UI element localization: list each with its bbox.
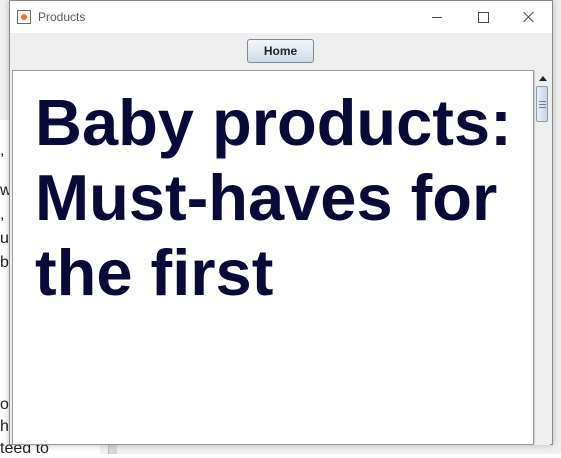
title-bar[interactable]: Products — [10, 1, 552, 33]
vertical-scrollbar[interactable] — [534, 70, 550, 445]
products-window: Products Home Baby products: Must-haves … — [9, 0, 553, 445]
maximize-icon — [477, 11, 489, 23]
minimize-button[interactable] — [414, 1, 460, 33]
article-headline: Baby products: Must-haves for the first — [35, 86, 512, 309]
background-text-fragment: , — [0, 142, 5, 159]
scroll-up-arrow-icon[interactable] — [535, 70, 550, 86]
toolbar: Home — [10, 33, 552, 69]
java-cup-icon — [17, 10, 31, 24]
home-button[interactable]: Home — [247, 39, 314, 63]
window-title: Products — [38, 10, 86, 24]
close-button[interactable] — [506, 1, 552, 33]
scroll-thumb[interactable] — [536, 86, 548, 122]
close-icon — [523, 11, 535, 23]
grip-line — [539, 101, 546, 102]
maximize-button[interactable] — [460, 1, 506, 33]
background-text-fragment: h — [0, 418, 9, 435]
grip-line — [539, 104, 546, 105]
content-pane[interactable]: Baby products: Must-haves for the first — [12, 70, 534, 445]
minimize-icon — [432, 16, 442, 18]
background-text-fragment: b — [0, 254, 9, 271]
background-text-fragment: o — [0, 396, 9, 413]
grip-line — [539, 107, 546, 108]
background-text-fragment: , — [0, 206, 5, 223]
